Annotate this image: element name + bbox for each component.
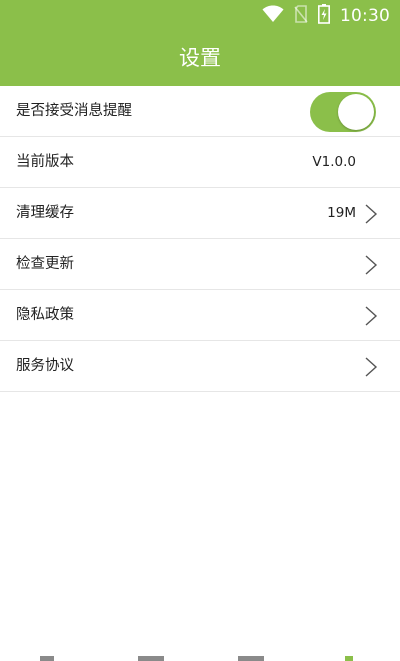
cache-size-value: 19M <box>327 205 356 221</box>
status-time: 10:30 <box>340 6 390 26</box>
version-value: V1.0.0 <box>312 154 356 170</box>
chevron-right-icon <box>365 204 378 224</box>
status-icons: 10:30 <box>262 4 390 28</box>
settings-row-label: 隐私政策 <box>16 307 74 323</box>
chevron-right-icon <box>365 306 378 326</box>
page-title: 设置 <box>179 46 221 70</box>
settings-row-service-agreement[interactable]: 服务协议 <box>0 341 400 392</box>
settings-row-label: 检查更新 <box>16 256 74 272</box>
settings-row-privacy-policy[interactable]: 隐私政策 <box>0 290 400 341</box>
header-bar: 10:30 设置 <box>0 0 400 86</box>
nav-back-hint[interactable] <box>40 656 54 661</box>
settings-row-clear-cache[interactable]: 清理缓存 19M <box>0 188 400 239</box>
battery-charging-icon <box>318 4 330 28</box>
settings-row-label: 清理缓存 <box>16 205 74 221</box>
notification-toggle[interactable] <box>310 92 376 132</box>
nav-active-hint[interactable] <box>345 656 353 661</box>
settings-screen: 10:30 设置 是否接受消息提醒 当前版本 V1.0.0 清理缓存 19M 检… <box>0 0 400 661</box>
chevron-right-icon <box>365 357 378 377</box>
wifi-icon <box>262 5 284 27</box>
settings-row-check-update[interactable]: 检查更新 <box>0 239 400 290</box>
nav-tab-hint[interactable] <box>238 656 264 661</box>
no-sim-icon <box>294 5 308 27</box>
settings-row-version: 当前版本 V1.0.0 <box>0 137 400 188</box>
toggle-knob <box>338 94 374 130</box>
status-bar: 10:30 <box>0 0 400 34</box>
bottom-nav-edge <box>0 653 400 661</box>
settings-row-label: 是否接受消息提醒 <box>16 103 132 119</box>
chevron-right-icon <box>365 255 378 275</box>
nav-home-hint[interactable] <box>138 656 164 661</box>
settings-row-label: 服务协议 <box>16 358 74 374</box>
settings-row-label: 当前版本 <box>16 154 74 170</box>
settings-list: 是否接受消息提醒 当前版本 V1.0.0 清理缓存 19M 检查更新 隐私政策 <box>0 86 400 392</box>
settings-row-notification: 是否接受消息提醒 <box>0 86 400 137</box>
